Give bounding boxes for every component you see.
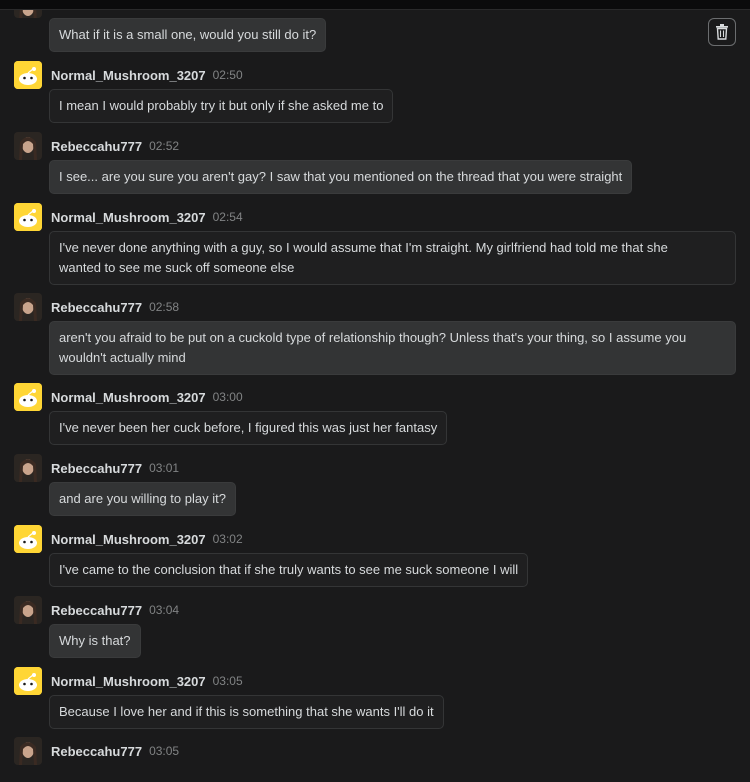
message-header: Rebeccahu777 02:58 bbox=[14, 293, 179, 321]
timestamp: 03:05 bbox=[212, 674, 243, 688]
message-header: Normal_Mushroom_3207 03:00 bbox=[14, 383, 243, 411]
message-text: I've came to the conclusion that if she … bbox=[59, 562, 519, 577]
message-bubble: Because I love her and if this is someth… bbox=[49, 695, 444, 729]
snoo-avatar-icon[interactable] bbox=[14, 61, 42, 89]
timestamp: 03:05 bbox=[149, 744, 180, 758]
message-header: Normal_Mushroom_3207 02:54 bbox=[14, 203, 243, 231]
username[interactable]: Normal_Mushroom_3207 bbox=[51, 210, 206, 225]
username[interactable]: Rebeccahu777 bbox=[51, 300, 142, 315]
timestamp: 03:01 bbox=[149, 461, 180, 475]
profile-photo[interactable] bbox=[14, 293, 42, 321]
message-text-line: wanted to see me suck off someone else bbox=[59, 260, 295, 275]
username[interactable]: Rebeccahu777 bbox=[51, 603, 142, 618]
profile-photo[interactable] bbox=[14, 132, 42, 160]
username[interactable]: Rebeccahu777 bbox=[51, 744, 142, 759]
timestamp: 03:02 bbox=[212, 532, 243, 546]
message-text: and are you willing to play it? bbox=[59, 491, 226, 506]
username[interactable]: Normal_Mushroom_3207 bbox=[51, 532, 206, 547]
message-header: Rebeccahu777 03:05 bbox=[14, 737, 179, 765]
message-header: Normal_Mushroom_3207 03:02 bbox=[14, 525, 243, 553]
profile-photo[interactable] bbox=[14, 596, 42, 624]
profile-photo[interactable] bbox=[14, 737, 42, 765]
message-bubble: I've came to the conclusion that if she … bbox=[49, 553, 529, 587]
message-text: Because I love her and if this is someth… bbox=[59, 704, 434, 719]
snoo-avatar-icon[interactable] bbox=[14, 383, 42, 411]
message-text: I've never been her cuck before, I figur… bbox=[59, 420, 438, 435]
message-header: Normal_Mushroom_3207 03:05 bbox=[14, 667, 243, 695]
partial-avatar bbox=[14, 10, 42, 18]
message-header: Normal_Mushroom_3207 02:50 bbox=[14, 61, 243, 89]
message-bubble: and are you willing to play it? bbox=[49, 482, 236, 516]
timestamp: 02:54 bbox=[212, 210, 243, 224]
timestamp: 02:52 bbox=[149, 139, 180, 153]
snoo-avatar-icon[interactable] bbox=[14, 203, 42, 231]
snoo-avatar-icon[interactable] bbox=[14, 667, 42, 695]
timestamp: 02:58 bbox=[149, 300, 180, 314]
username[interactable]: Rebeccahu777 bbox=[51, 461, 142, 476]
message-header: Rebeccahu777 03:01 bbox=[14, 454, 179, 482]
timestamp: 03:00 bbox=[212, 390, 243, 404]
top-bar bbox=[0, 0, 750, 10]
message-bubble: I mean I would probably try it but only … bbox=[49, 89, 394, 123]
message-header: Rebeccahu777 03:04 bbox=[14, 596, 179, 624]
message-text: Why is that? bbox=[59, 633, 131, 648]
timestamp: 02:50 bbox=[212, 68, 243, 82]
message-bubble: I've never done anything with a guy, so … bbox=[49, 231, 736, 285]
message-bubble: What if it is a small one, would you sti… bbox=[49, 18, 327, 52]
message-bubble: aren't you afraid to be put on a cuckold… bbox=[49, 321, 736, 375]
message-text-line: I've never done anything with a guy, so … bbox=[59, 240, 668, 255]
profile-photo[interactable] bbox=[14, 454, 42, 482]
delete-button[interactable] bbox=[708, 18, 736, 46]
username[interactable]: Normal_Mushroom_3207 bbox=[51, 390, 206, 405]
message-text: I see... are you sure you aren't gay? I … bbox=[59, 169, 623, 184]
message-bubble: Why is that? bbox=[49, 624, 141, 658]
trash-icon bbox=[716, 24, 728, 40]
message-text: I mean I would probably try it but only … bbox=[59, 98, 384, 113]
username[interactable]: Rebeccahu777 bbox=[51, 139, 142, 154]
message-bubble: I've never been her cuck before, I figur… bbox=[49, 411, 448, 445]
username[interactable]: Normal_Mushroom_3207 bbox=[51, 68, 206, 83]
username[interactable]: Normal_Mushroom_3207 bbox=[51, 674, 206, 689]
message-text: What if it is a small one, would you sti… bbox=[59, 27, 317, 42]
message-text-line: wouldn't actually mind bbox=[59, 350, 186, 365]
message-text-line: aren't you afraid to be put on a cuckold… bbox=[59, 330, 687, 345]
snoo-avatar-icon[interactable] bbox=[14, 525, 42, 553]
timestamp: 03:04 bbox=[149, 603, 180, 617]
message-bubble: I see... are you sure you aren't gay? I … bbox=[49, 160, 633, 194]
message-header: Rebeccahu777 02:52 bbox=[14, 132, 179, 160]
